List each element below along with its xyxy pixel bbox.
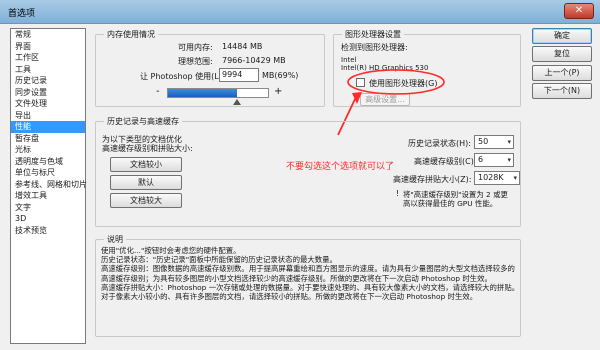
history-states-label: 历史记录状态(H):: [408, 139, 471, 148]
default-docs-button[interactable]: 默认: [110, 175, 182, 190]
history-states-value: 50: [478, 137, 489, 146]
previous-button[interactable]: 上一个(P): [532, 65, 592, 81]
cache-levels-value: 6: [478, 155, 484, 164]
preferences-dialog: 首选项 ✕ 常规 界面 工作区 工具 历史记录 同步设置 文件处理 导出 性能 暂存盘 光标 透明度与…: [0, 0, 600, 350]
history-states-select[interactable]: 50 ▾: [474, 135, 514, 149]
annotation-text: 不要勾选这个选项就可以了: [286, 162, 395, 172]
description-title: 说明: [104, 234, 126, 245]
description-line: 对于像素大小较小的、具有许多图层的文档，请选择较小的拼贴。所做的更改将在下一次启…: [101, 292, 478, 301]
annotation-ellipse: [347, 69, 445, 95]
cache-tile-label: 高速缓存拼贴大小(Z):: [393, 175, 472, 184]
tall-thin-docs-button[interactable]: 文档较小: [110, 157, 182, 172]
description-line: 高速缓存级别：图像数据的高速缓存级别数。用于提高屏幕重绘和直方图显示的速度。请为…: [101, 264, 515, 274]
next-button[interactable]: 下一个(N): [532, 83, 592, 99]
large-docs-button[interactable]: 文档较大: [110, 193, 182, 208]
cache-levels-select[interactable]: 6 ▾: [474, 153, 514, 167]
description-line: 高速缓存级别；为具有较多图层的小型文档选择较少的高速缓存级别。所做的更改将在下一…: [101, 273, 492, 283]
chevron-down-icon: ▾: [513, 174, 517, 182]
chevron-down-icon: ▾: [507, 156, 511, 164]
cache-note-line-2: 高以获得最佳的 GPU 性能。: [403, 199, 498, 208]
reset-button[interactable]: 复位: [532, 46, 592, 62]
history-group-title: 历史记录与高速缓存: [104, 116, 182, 127]
ok-button[interactable]: 确定: [532, 28, 592, 44]
cache-tile-value: 1028K: [478, 173, 504, 182]
optimize-line-2: 高速缓存级别和拼贴大小:: [102, 144, 193, 153]
cache-levels-label: 高速缓存级别(C):: [414, 157, 477, 166]
cache-note-icon: !: [396, 189, 400, 198]
cache-tile-select[interactable]: 1028K ▾: [474, 171, 520, 185]
chevron-down-icon: ▾: [507, 138, 511, 146]
